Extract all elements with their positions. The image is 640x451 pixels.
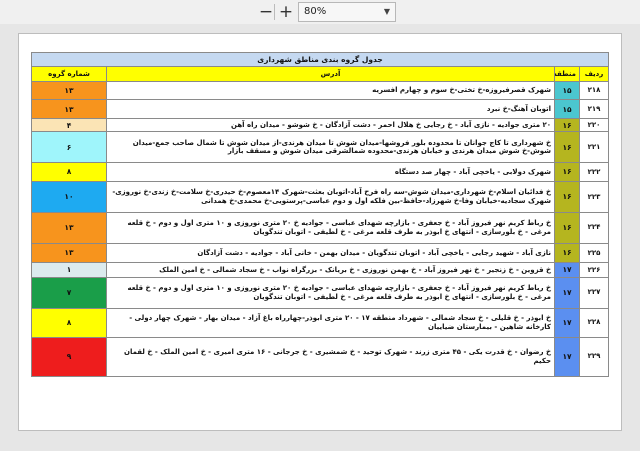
chevron-down-icon: ▼: [383, 7, 390, 16]
district-group-table: جدول گروه بندی مناطق شهرداری ردیف منطقه …: [30, 51, 610, 378]
table-row: ۲۱۸ ۱۵ شهرک قصرفیروزه-خ تختی-خ سوم و چهارم…: [30, 80, 610, 101]
table-row: ۲۲۴ ۱۶ خ رباط کریم نهر فیروز آباد - خ جعفر…: [30, 211, 610, 244]
zone-cell: ۱۷: [554, 336, 581, 378]
header-group: شماره گروه: [30, 66, 108, 82]
table-row: ۲۲۱ ۱۶ خ شهرداری تا کاج جوانان تا محدوده ب…: [30, 131, 610, 164]
table-header-row: ردیف منطقه آدرس شماره گروه: [30, 66, 610, 82]
zone-cell: ۱۶: [554, 180, 581, 213]
zone-cell: ۱۵: [554, 80, 581, 101]
address-cell: خ ابوذر - خ قلیلی - خ سجاد شمالی - شهردا…: [106, 307, 556, 338]
table-row: ۲۲۶ ۱۷ خ قزوین - خ زنجیر - خ نهر فیروز آبا…: [30, 262, 610, 278]
zone-cell: ۱۶: [554, 242, 581, 264]
group-cell: ۷: [30, 276, 108, 309]
header-row-number: ردیف: [579, 66, 610, 82]
group-cell: ۴: [30, 117, 108, 133]
zone-cell: ۱۶: [554, 131, 581, 164]
row-number-cell: ۲۱۸: [579, 80, 610, 101]
row-number-cell: ۲۲۷: [579, 276, 610, 309]
table-row: ۲۱۹ ۱۵ اتوبان آهنگ-خ نبرد ۱۳: [30, 99, 610, 119]
zone-cell: ۱۷: [554, 276, 581, 309]
group-cell: ۹: [30, 336, 108, 378]
group-cell: ۸: [30, 307, 108, 338]
address-cell: نازی آباد - شهید رجایی - یاخچی آباد - ات…: [106, 242, 556, 264]
address-cell: شهرک قصرفیروزه-خ تختی-خ سوم و چهارم افسر…: [106, 80, 556, 101]
group-cell: ۱۰: [30, 180, 108, 213]
header-address: آدرس: [106, 66, 556, 82]
zone-cell: ۱۷: [554, 262, 581, 278]
address-cell: اتوبان آهنگ-خ نبرد: [106, 99, 556, 119]
group-cell: ۱۳: [30, 211, 108, 244]
zoom-level-value: 80%: [304, 6, 327, 17]
row-number-cell: ۲۲۹: [579, 336, 610, 378]
table-row: ۲۲۰ ۱۶ ۲۰ متری جوادیه - نازی آباد - خ رجای…: [30, 117, 610, 133]
table-row: ۲۲۳ ۱۶ خ فدائیان اسلام-خ شهرداری-میدان شوش…: [30, 180, 610, 213]
address-cell: شهرک دولابی - یاخچی آباد - چهار صد دستگا…: [106, 162, 556, 182]
toolbar-separator: [274, 4, 275, 20]
table-row: ۲۲۸ ۱۷ خ ابوذر - خ قلیلی - خ سجاد شمالی - …: [30, 307, 610, 338]
group-cell: ۶: [30, 131, 108, 164]
table-row: ۲۲۷ ۱۷ خ رباط کریم نهر فیروز آباد - خ جعفر…: [30, 276, 610, 309]
zoom-out-button[interactable]: −: [256, 2, 276, 22]
row-number-cell: ۲۲۵: [579, 242, 610, 264]
group-cell: ۱۳: [30, 99, 108, 119]
address-cell: ۲۰ متری جوادیه - نازی آباد - خ رجایی خ ه…: [106, 117, 556, 133]
row-number-cell: ۲۲۴: [579, 211, 610, 244]
zone-cell: ۱۶: [554, 162, 581, 182]
table-row: ۲۲۹ ۱۷ خ رضوان - خ قدرت یکی - ۴۵ متری زرند…: [30, 336, 610, 378]
zone-cell: ۱۷: [554, 307, 581, 338]
group-cell: ۱۳: [30, 80, 108, 101]
zone-cell: ۱۵: [554, 99, 581, 119]
table-title-row: جدول گروه بندی مناطق شهرداری: [30, 51, 610, 68]
table-row: ۲۲۲ ۱۶ شهرک دولابی - یاخچی آباد - چهار صد …: [30, 162, 610, 182]
address-cell: خ قزوین - خ زنجیر - خ نهر فیروز آباد - خ…: [106, 262, 556, 278]
address-cell: خ رباط کریم نهر فیروز آباد - خ جعفری - ب…: [106, 276, 556, 309]
zone-cell: ۱۶: [554, 211, 581, 244]
table-row: ۲۲۵ ۱۶ نازی آباد - شهید رجایی - یاخچی آباد…: [30, 242, 610, 264]
row-number-cell: ۲۲۶: [579, 262, 610, 278]
viewer-toolbar: − + 80% ▼: [0, 0, 640, 24]
row-number-cell: ۲۲۱: [579, 131, 610, 164]
zoom-level-select[interactable]: 80% ▼: [298, 2, 396, 22]
address-cell: خ رباط کریم نهر فیروز آباد - خ جعفری - ب…: [106, 211, 556, 244]
row-number-cell: ۲۲۰: [579, 117, 610, 133]
row-number-cell: ۲۲۳: [579, 180, 610, 213]
header-zone: منطقه: [554, 66, 581, 82]
table-title: جدول گروه بندی مناطق شهرداری: [30, 51, 610, 68]
address-cell: خ رضوان - خ قدرت یکی - ۴۵ متری زرند - شه…: [106, 336, 556, 378]
address-cell: خ شهرداری تا کاج جوانان تا محدوده بلور ف…: [106, 131, 556, 164]
row-number-cell: ۲۲۸: [579, 307, 610, 338]
zone-cell: ۱۶: [554, 117, 581, 133]
address-cell: خ فدائیان اسلام-خ شهرداری-میدان شوش-سه ر…: [106, 180, 556, 213]
row-number-cell: ۲۱۹: [579, 99, 610, 119]
group-cell: ۸: [30, 162, 108, 182]
zoom-in-button[interactable]: +: [276, 2, 296, 22]
row-number-cell: ۲۲۲: [579, 162, 610, 182]
group-cell: ۱۳: [30, 242, 108, 264]
group-cell: ۱: [30, 262, 108, 278]
